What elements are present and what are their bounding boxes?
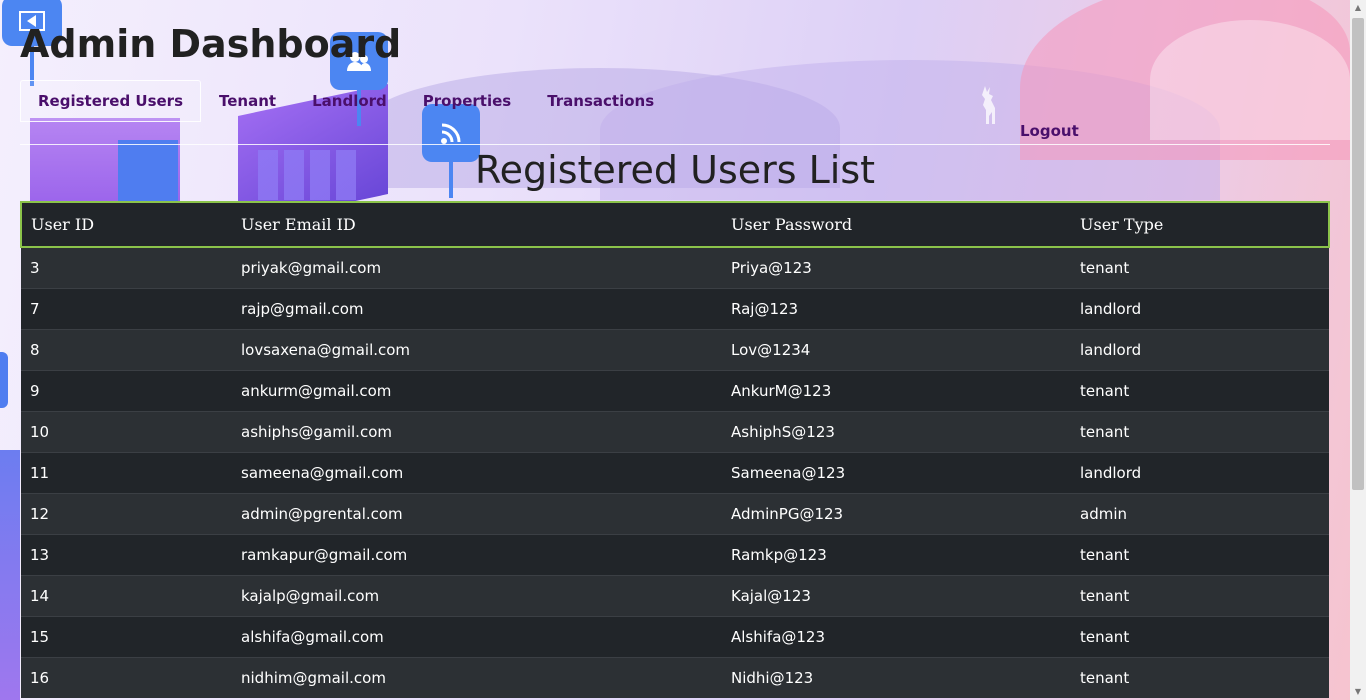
section-heading-text: Registered Users List [474, 148, 876, 192]
tab-landlord[interactable]: Landlord [294, 80, 405, 122]
table-row: 9 ankurm@gmail.com AnkurM@123 tenant [21, 370, 1329, 412]
table-row: 8 lovsaxena@gmail.com Lov@1234 landlord [21, 329, 1329, 371]
cell-email: ankurm@gmail.com [232, 370, 722, 412]
cell-user-id: 10 [21, 411, 232, 453]
page-title: Admin Dashboard [20, 22, 402, 66]
cell-password: AnkurM@123 [722, 370, 1071, 412]
cell-password: Raj@123 [722, 288, 1071, 330]
cell-password: Priya@123 [722, 246, 1071, 289]
cell-user-id: 11 [21, 452, 232, 494]
table-row: 16 nidhim@gmail.com Nidhi@123 tenant [21, 657, 1329, 698]
cell-user-type: admin [1071, 493, 1329, 535]
cell-user-type: tenant [1071, 370, 1329, 412]
cell-user-id: 3 [21, 246, 232, 289]
cell-email: admin@pgrental.com [232, 493, 722, 535]
cell-user-type: tenant [1071, 534, 1329, 576]
tab-transactions[interactable]: Transactions [529, 80, 672, 122]
tab-properties[interactable]: Properties [405, 80, 529, 122]
cell-user-id: 16 [21, 657, 232, 698]
table-row: 14 kajalp@gmail.com Kajal@123 tenant [21, 575, 1329, 617]
section-heading: Registered Users List [0, 148, 1350, 192]
main-nav: Registered Users Tenant Landlord Propert… [20, 80, 672, 122]
cell-password: Lov@1234 [722, 329, 1071, 371]
column-header-user-type: User Type [1071, 201, 1330, 248]
cell-user-type: tenant [1071, 657, 1329, 698]
table-row: 13 ramkapur@gmail.com Ramkp@123 tenant [21, 534, 1329, 576]
cell-email: alshifa@gmail.com [232, 616, 722, 658]
cell-user-id: 13 [21, 534, 232, 576]
table-row: 15 alshifa@gmail.com Alshifa@123 tenant [21, 616, 1329, 658]
table-row: 12 admin@pgrental.com AdminPG@123 admin [21, 493, 1329, 535]
cell-user-type: tenant [1071, 575, 1329, 617]
cell-user-type: landlord [1071, 452, 1329, 494]
table-row: 7 rajp@gmail.com Raj@123 landlord [21, 288, 1329, 330]
cell-email: priyak@gmail.com [232, 246, 722, 289]
cell-user-id: 8 [21, 329, 232, 371]
cell-email: ashiphs@gamil.com [232, 411, 722, 453]
column-header-email: User Email ID [232, 201, 722, 248]
cell-password: Nidhi@123 [722, 657, 1071, 698]
table-row: 10 ashiphs@gamil.com AshiphS@123 tenant [21, 411, 1329, 453]
table-row: 11 sameena@gmail.com Sameena@123 landlord [21, 452, 1329, 494]
scroll-down-arrow-icon[interactable]: ▼ [1350, 684, 1366, 700]
cell-password: Sameena@123 [722, 452, 1071, 494]
column-header-password: User Password [722, 201, 1071, 248]
scroll-up-arrow-icon[interactable]: ▲ [1350, 0, 1366, 16]
scrollbar-thumb[interactable] [1352, 18, 1364, 490]
cell-user-type: landlord [1071, 288, 1329, 330]
cell-password: AdminPG@123 [722, 493, 1071, 535]
users-table: User ID User Email ID User Password User… [20, 201, 1330, 698]
cell-user-type: tenant [1071, 246, 1329, 289]
table-row: 3 priyak@gmail.com Priya@123 tenant [21, 246, 1329, 289]
cell-email: nidhim@gmail.com [232, 657, 722, 698]
cell-user-type: tenant [1071, 411, 1329, 453]
cell-user-type: landlord [1071, 329, 1329, 371]
tab-tenant[interactable]: Tenant [201, 80, 294, 122]
cell-email: ramkapur@gmail.com [232, 534, 722, 576]
tab-registered-users[interactable]: Registered Users [20, 80, 202, 122]
cell-email: lovsaxena@gmail.com [232, 329, 722, 371]
cell-password: AshiphS@123 [722, 411, 1071, 453]
cell-password: Ramkp@123 [722, 534, 1071, 576]
cell-password: Kajal@123 [722, 575, 1071, 617]
column-header-user-id: User ID [20, 201, 232, 248]
cell-password: Alshifa@123 [722, 616, 1071, 658]
cell-email: kajalp@gmail.com [232, 575, 722, 617]
nav-divider [20, 144, 1330, 145]
cell-user-id: 9 [21, 370, 232, 412]
table-header-row: User ID User Email ID User Password User… [20, 201, 1330, 248]
cell-user-id: 7 [21, 288, 232, 330]
logout-link[interactable]: Logout [1020, 122, 1079, 140]
cell-user-id: 15 [21, 616, 232, 658]
cell-email: rajp@gmail.com [232, 288, 722, 330]
page-scrollbar[interactable]: ▲ ▼ [1350, 0, 1366, 700]
cell-user-type: tenant [1071, 616, 1329, 658]
cell-user-id: 12 [21, 493, 232, 535]
cell-user-id: 14 [21, 575, 232, 617]
cell-email: sameena@gmail.com [232, 452, 722, 494]
